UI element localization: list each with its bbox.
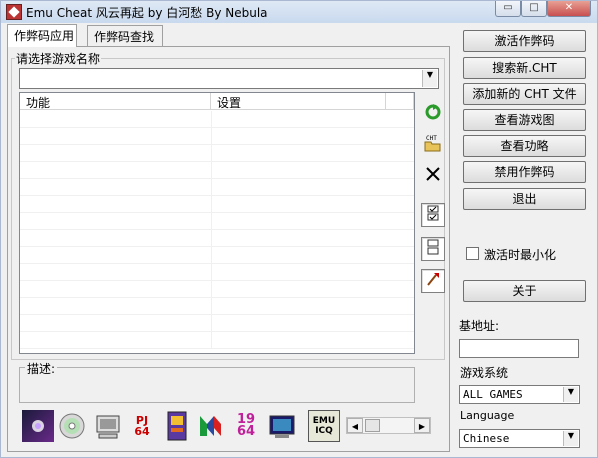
minimize-button[interactable]: ▭ [495, 1, 521, 17]
column-header-setting[interactable]: 设置 [211, 93, 386, 110]
app-icon [6, 4, 22, 20]
table-row[interactable] [20, 111, 414, 128]
game-select-label: 请选择游戏名称 [15, 50, 102, 67]
horizontal-scrollbar[interactable]: ◀ ▶ [346, 417, 431, 434]
activate-cheat-button[interactable]: 激活作弊码 [463, 30, 586, 52]
table-row[interactable] [20, 230, 414, 247]
emulator-icon[interactable] [22, 410, 54, 442]
disable-cheat-button[interactable]: 禁用作弊码 [463, 161, 586, 183]
table-row[interactable] [20, 196, 414, 213]
language-value: Chinese [463, 432, 510, 445]
screen-icon[interactable] [266, 410, 298, 442]
search-new-cht-button[interactable]: 搜索新.CHT [463, 57, 586, 79]
table-row[interactable] [20, 332, 414, 349]
chevron-left-icon[interactable]: ◀ [347, 418, 363, 433]
tab-cheat-apply[interactable]: 作弊码应用 [7, 24, 77, 47]
svg-text:CHT: CHT [426, 135, 437, 142]
column-header-function[interactable]: 功能 [20, 93, 211, 110]
scrollbar-thumb[interactable] [365, 419, 380, 432]
base-address-input[interactable] [459, 339, 579, 358]
1964-icon[interactable]: 19 64 [230, 410, 262, 442]
game-system-label: 游戏系统 [460, 366, 509, 380]
chevron-down-icon[interactable]: ▼ [563, 431, 578, 446]
view-game-map-button[interactable]: 查看游戏图 [463, 109, 586, 131]
chevron-down-icon[interactable]: ▼ [422, 70, 437, 87]
uncheck-all-icon[interactable] [421, 237, 445, 261]
tab-cheat-search[interactable]: 作弊码查找 [87, 25, 163, 46]
table-row[interactable] [20, 179, 414, 196]
exit-button[interactable]: 退出 [463, 188, 586, 210]
check-all-icon[interactable] [421, 203, 445, 227]
cd-icon[interactable] [56, 410, 88, 442]
chevron-down-icon[interactable]: ▼ [563, 387, 578, 402]
n64-icon[interactable] [195, 410, 227, 442]
about-button[interactable]: 关于 [463, 280, 586, 302]
add-cht-file-button[interactable]: 添加新的 CHT 文件 [463, 83, 586, 105]
game-system-dropdown[interactable]: ALL GAMES ▼ [459, 385, 580, 404]
column-header-blank [386, 93, 414, 110]
minimize-on-activate-label[interactable]: 激活时最小化 [484, 246, 556, 263]
minimize-on-activate-checkbox[interactable] [466, 247, 479, 260]
table-row[interactable] [20, 315, 414, 332]
computer-icon[interactable] [92, 410, 124, 442]
main-window: Emu Cheat 风云再起 by 白河愁 By Nebula ▭ □ ✕ 作弊… [0, 0, 598, 458]
delete-icon[interactable] [421, 164, 445, 188]
arcade-icon[interactable] [161, 410, 193, 442]
close-button[interactable]: ✕ [547, 1, 591, 17]
table-row[interactable] [20, 162, 414, 179]
game-system-value: ALL GAMES [463, 388, 523, 401]
table-row[interactable] [20, 247, 414, 264]
description-label: 描述: [25, 360, 58, 377]
window-title: Emu Cheat 风云再起 by 白河愁 By Nebula [26, 6, 268, 20]
view-guide-button[interactable]: 查看功略 [463, 135, 586, 157]
title-bar[interactable]: Emu Cheat 风云再起 by 白河愁 By Nebula ▭ □ ✕ [1, 1, 597, 23]
table-row[interactable] [20, 264, 414, 281]
table-row[interactable] [20, 128, 414, 145]
refresh-icon[interactable] [421, 102, 445, 126]
table-row[interactable] [20, 145, 414, 162]
open-cht-icon[interactable]: CHT [421, 132, 445, 156]
language-dropdown[interactable]: Chinese ▼ [459, 429, 580, 448]
game-select-dropdown[interactable]: ▼ [19, 68, 439, 89]
cheat-list[interactable]: 功能 设置 [19, 92, 415, 354]
description-box [19, 367, 415, 403]
table-row[interactable] [20, 298, 414, 315]
base-address-label: 基地址: [459, 319, 500, 333]
edit-icon[interactable] [421, 269, 445, 293]
table-row[interactable] [20, 281, 414, 298]
emu-icq-icon[interactable]: EMU ICQ [308, 410, 340, 442]
language-label: Language [460, 409, 515, 422]
chevron-right-icon[interactable]: ▶ [414, 418, 430, 433]
maximize-button[interactable]: □ [521, 1, 547, 17]
pj64-icon[interactable]: PJ 64 [126, 410, 158, 442]
table-row[interactable] [20, 213, 414, 230]
